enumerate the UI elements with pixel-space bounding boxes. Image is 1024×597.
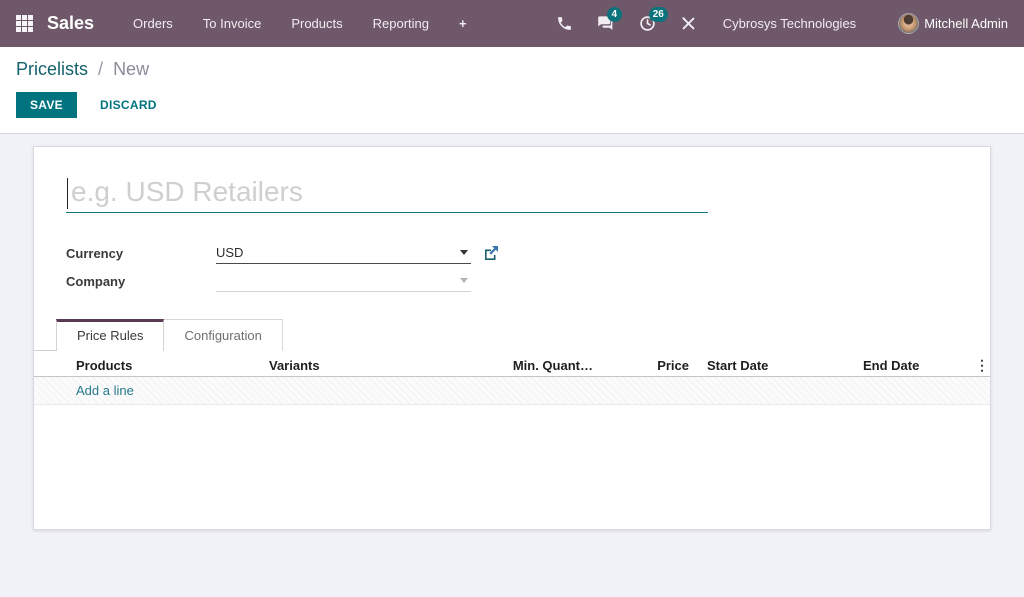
- phone-icon: [556, 15, 573, 32]
- company-field-row: Company: [66, 267, 990, 295]
- phone-button[interactable]: [556, 15, 573, 33]
- user-avatar: [898, 13, 920, 34]
- pricelist-name-field: [66, 173, 708, 213]
- tab-configuration[interactable]: Configuration: [164, 319, 283, 351]
- control-panel: Pricelists / New SAVE DISCARD: [0, 47, 1024, 134]
- content-area: Currency Company Price Rules Con: [0, 134, 1024, 597]
- currency-label: Currency: [66, 245, 124, 261]
- nav-item-reporting[interactable]: Reporting: [358, 16, 444, 31]
- nav-item-orders[interactable]: Orders: [118, 16, 188, 31]
- column-header-min-quantity[interactable]: Min. Quant…: [487, 358, 593, 373]
- messages-button[interactable]: 4: [597, 6, 622, 33]
- tab-leading-line: [34, 350, 56, 351]
- wrench-screwdriver-icon: [680, 15, 697, 32]
- pricelist-name-input[interactable]: [66, 173, 708, 212]
- breadcrumb-separator: /: [98, 59, 104, 79]
- optional-columns-icon[interactable]: ⋮: [974, 358, 990, 372]
- text-cursor: [67, 178, 68, 209]
- activities-badge: 26: [648, 6, 668, 22]
- company-dropdown-icon[interactable]: [460, 278, 468, 283]
- tab-price-rules[interactable]: Price Rules: [56, 319, 165, 351]
- currency-dropdown-icon[interactable]: [460, 250, 468, 255]
- currency-input[interactable]: [216, 242, 460, 263]
- column-header-start-date[interactable]: Start Date: [689, 358, 863, 373]
- list-header-row: Products Variants Min. Quant… Price Star…: [34, 354, 990, 377]
- currency-field-row: Currency: [66, 239, 990, 267]
- user-name: Mitchell Admin: [924, 16, 1008, 31]
- app-title[interactable]: Sales: [47, 13, 94, 34]
- user-menu[interactable]: Mitchell Admin: [898, 13, 1008, 34]
- nav-item-plus[interactable]: +: [444, 16, 482, 31]
- column-header-end-date[interactable]: End Date: [863, 358, 974, 373]
- company-widget: [216, 270, 471, 292]
- main-menu: Orders To Invoice Products Reporting +: [118, 16, 482, 31]
- column-header-variants[interactable]: Variants: [269, 358, 487, 373]
- discard-button[interactable]: DISCARD: [86, 92, 171, 118]
- apps-menu-button[interactable]: [16, 15, 33, 32]
- breadcrumb-current: New: [113, 59, 150, 79]
- nav-item-products[interactable]: Products: [276, 16, 357, 31]
- add-a-line-link[interactable]: Add a line: [76, 383, 134, 398]
- company-label: Company: [66, 273, 126, 289]
- company-input[interactable]: [216, 270, 460, 291]
- currency-external-link-icon[interactable]: [484, 246, 498, 260]
- activities-button[interactable]: 26: [639, 6, 668, 33]
- company-switcher[interactable]: Cybrosys Technologies: [723, 16, 856, 31]
- nav-item-to-invoice[interactable]: To Invoice: [188, 16, 277, 31]
- save-button[interactable]: SAVE: [16, 92, 77, 118]
- breadcrumb-pricelists-link[interactable]: Pricelists: [16, 59, 88, 79]
- price-rules-list: Products Variants Min. Quant… Price Star…: [34, 354, 990, 405]
- column-header-products[interactable]: Products: [76, 358, 269, 373]
- add-line-row: Add a line: [34, 377, 990, 405]
- notebook-tabs: Price Rules Configuration: [34, 319, 990, 351]
- apps-grid-icon: [16, 15, 33, 32]
- debug-tools-button[interactable]: [680, 15, 697, 33]
- currency-widget: [216, 242, 471, 264]
- breadcrumb: Pricelists / New: [16, 59, 1008, 80]
- messages-badge: 4: [606, 6, 622, 22]
- column-header-price[interactable]: Price: [593, 358, 689, 373]
- top-navbar: Sales Orders To Invoice Products Reporti…: [0, 0, 1024, 47]
- pricelist-form-sheet: Currency Company Price Rules Con: [33, 146, 991, 530]
